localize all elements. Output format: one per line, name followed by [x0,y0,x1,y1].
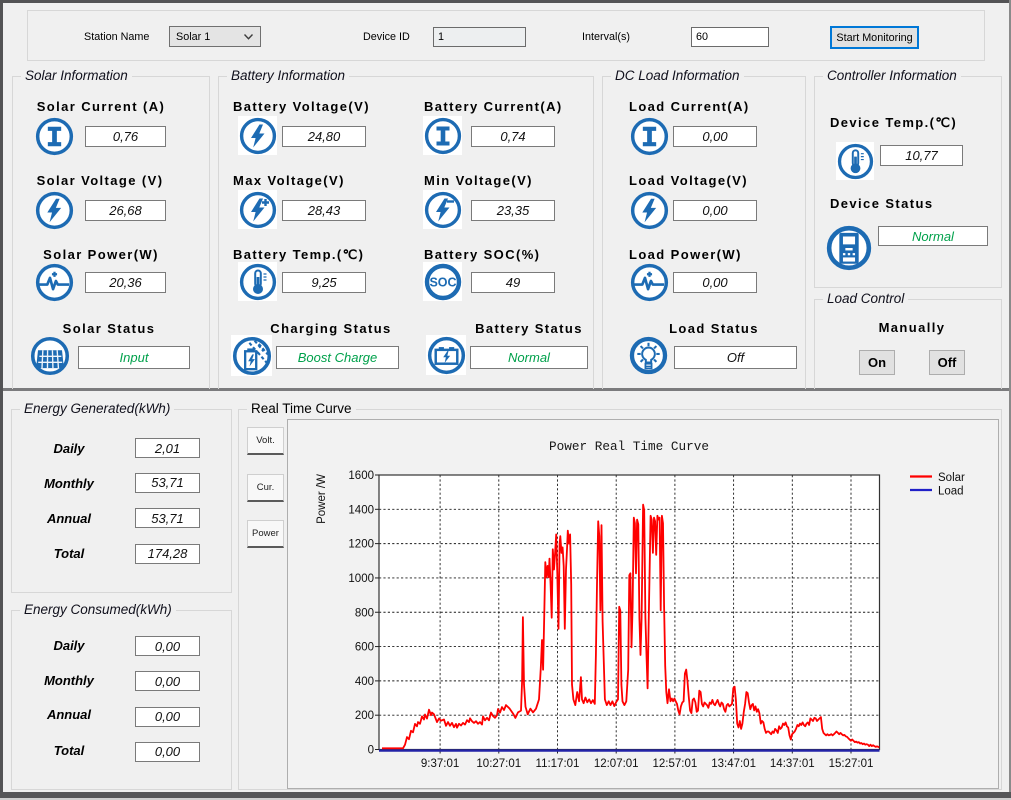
svg-text:400: 400 [355,676,374,688]
svg-text:15:27:01: 15:27:01 [829,758,874,770]
svg-text:800: 800 [355,607,374,619]
svg-text:200: 200 [355,710,374,722]
svg-text:SOC: SOC [429,275,456,289]
svg-text:12:07:01: 12:07:01 [594,758,639,770]
svg-text:11:17:01: 11:17:01 [536,758,580,770]
svg-text:1000: 1000 [348,573,374,585]
svg-text:600: 600 [355,642,374,654]
svg-text:Load: Load [938,486,964,498]
svg-text:13:47:01: 13:47:01 [711,758,756,770]
svg-text:1200: 1200 [348,539,374,551]
svg-text:9:37:01: 9:37:01 [421,758,459,770]
svg-text:0: 0 [368,745,374,757]
svg-text:Power Real Time Curve: Power Real Time Curve [549,439,709,454]
svg-text:14:37:01: 14:37:01 [770,758,815,770]
svg-text:12:57:01: 12:57:01 [653,758,698,770]
svg-text:Power /W: Power /W [316,474,328,524]
svg-text:1400: 1400 [348,504,374,516]
svg-text:Solar: Solar [938,472,965,484]
svg-text:10:27:01: 10:27:01 [476,758,521,770]
svg-text:1600: 1600 [348,470,374,482]
